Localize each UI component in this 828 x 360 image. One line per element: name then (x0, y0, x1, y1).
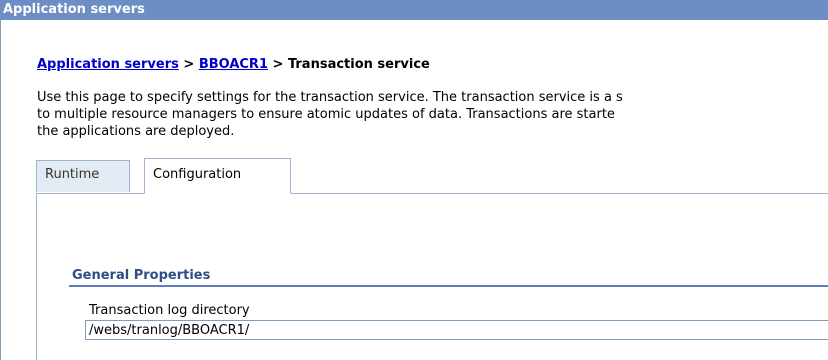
tab-runtime[interactable]: Runtime (36, 160, 130, 192)
description-line: Use this page to specify settings for th… (37, 90, 623, 105)
breadcrumb-application-servers-link[interactable]: Application servers (37, 57, 179, 72)
breadcrumb: Application servers > BBOACR1 > Transact… (37, 57, 430, 72)
tab-configuration[interactable]: Configuration (144, 158, 291, 194)
breadcrumb-bboacr1-link[interactable]: BBOACR1 (199, 57, 268, 72)
window-title: Application servers (0, 0, 828, 20)
transaction-log-directory-input[interactable] (85, 320, 828, 340)
page-description: Use this page to specify settings for th… (37, 89, 828, 140)
description-line: the applications are deployed. (37, 124, 235, 139)
section-divider (69, 285, 828, 287)
tab-content: General Properties Transaction log direc… (36, 193, 828, 360)
transaction-log-directory-label: Transaction log directory (89, 303, 250, 318)
breadcrumb-separator: > (268, 57, 288, 72)
general-properties-heading: General Properties (72, 268, 211, 283)
breadcrumb-separator: > (178, 57, 199, 72)
description-line: to multiple resource managers to ensure … (37, 107, 615, 122)
tab-bar: Runtime Configuration (36, 158, 828, 194)
breadcrumb-current: Transaction service (287, 57, 430, 72)
